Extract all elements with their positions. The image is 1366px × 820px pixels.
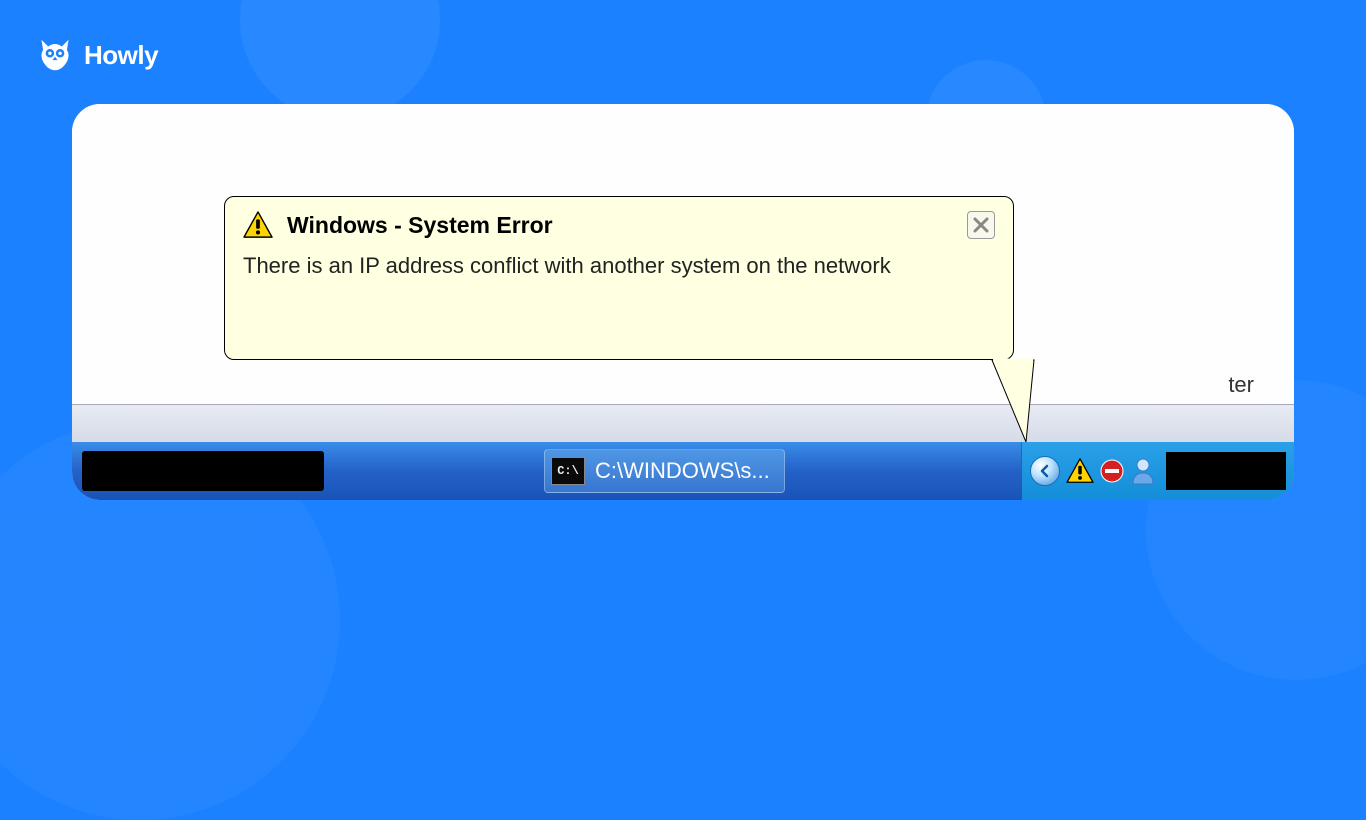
balloon-header: Windows - System Error xyxy=(243,211,995,239)
tray-clock-redacted xyxy=(1166,452,1286,490)
taskbar-item-label: C:\WINDOWS\s... xyxy=(595,458,770,484)
background-decoration xyxy=(240,0,440,120)
balloon-message: There is an IP address conflict with ano… xyxy=(243,251,995,281)
tray-warning-icon[interactable] xyxy=(1066,458,1094,484)
notification-balloon[interactable]: Windows - System Error There is an IP ad… xyxy=(224,196,1014,360)
tray-blocked-icon[interactable] xyxy=(1100,459,1124,483)
window-border-strip xyxy=(72,404,1294,442)
taskbar-item-redacted[interactable] xyxy=(82,451,324,491)
warning-icon xyxy=(243,211,273,239)
system-tray[interactable] xyxy=(1021,442,1294,500)
brand-logo: Howly xyxy=(38,38,158,72)
balloon-title: Windows - System Error xyxy=(287,212,953,239)
chevron-left-icon xyxy=(1038,464,1052,478)
screenshot-card: ter Windows - System Error There is an I… xyxy=(72,104,1294,500)
command-prompt-icon: C:\ xyxy=(551,457,585,485)
taskbar[interactable]: C:\ C:\WINDOWS\s... xyxy=(72,442,1294,500)
partial-background-text: ter xyxy=(1228,372,1254,398)
close-button[interactable] xyxy=(967,211,995,239)
taskbar-item-cmd[interactable]: C:\ C:\WINDOWS\s... xyxy=(544,449,785,493)
brand-name: Howly xyxy=(84,40,158,71)
close-icon xyxy=(973,217,989,233)
owl-icon xyxy=(38,38,72,72)
tray-expand-button[interactable] xyxy=(1030,456,1060,486)
tray-user-icon[interactable] xyxy=(1130,457,1156,485)
